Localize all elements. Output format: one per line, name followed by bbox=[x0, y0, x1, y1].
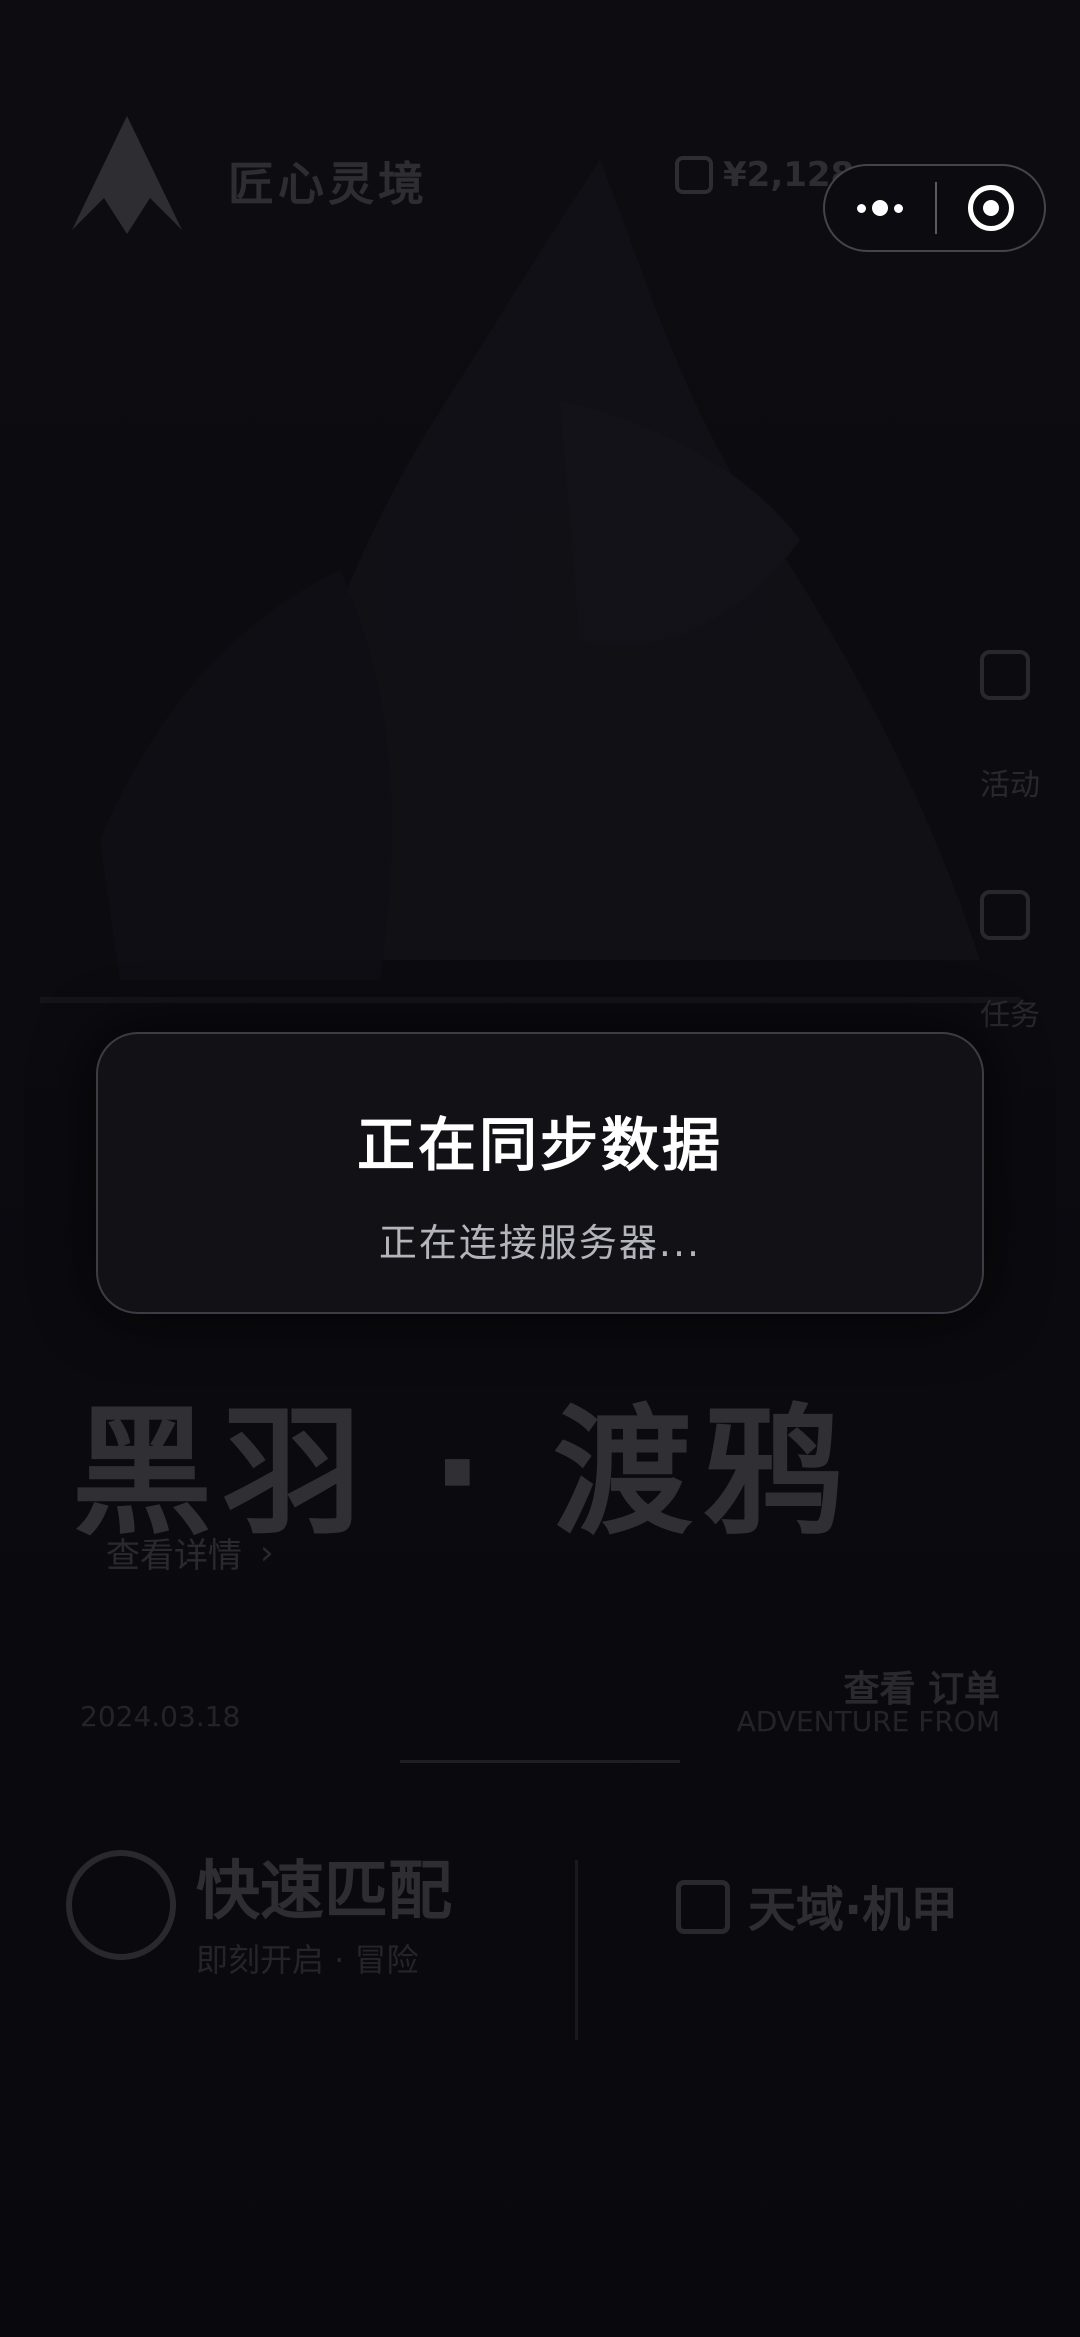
card-subtitle: 即刻开启 · 冒险 bbox=[196, 1941, 419, 1979]
hero-artwork bbox=[40, 160, 1020, 1003]
target-close-icon-dot bbox=[982, 200, 999, 216]
more-dots-icon-right bbox=[894, 203, 903, 213]
match-icon bbox=[66, 1850, 176, 1960]
app-name: 匠心灵境 bbox=[228, 157, 428, 211]
hero-link-label: 查看详情 bbox=[106, 1536, 242, 1576]
mecha-icon bbox=[676, 1880, 730, 1934]
target-close-icon bbox=[967, 185, 1014, 231]
quick-match-card[interactable]: 快速匹配 即刻开启 · 冒险 bbox=[60, 1810, 580, 2080]
meta-date: 2024.03.18 bbox=[80, 1700, 241, 1733]
side-label-task: 任务 bbox=[980, 998, 1040, 1033]
modal-title: 正在同步数据 bbox=[356, 1111, 723, 1179]
card-separator bbox=[575, 1860, 578, 2040]
side-task-icon[interactable] bbox=[980, 890, 1030, 940]
hero-detail-link[interactable]: 查看详情 › bbox=[106, 1528, 274, 1577]
miniprogram-capsule bbox=[823, 164, 1046, 252]
more-dots-icon bbox=[857, 203, 866, 213]
card-title: 快速匹配 bbox=[196, 1855, 452, 1929]
chevron-right-icon: › bbox=[260, 1532, 274, 1573]
side-event-icon[interactable] bbox=[980, 650, 1030, 700]
app-logo bbox=[72, 116, 182, 234]
more-button[interactable] bbox=[825, 166, 935, 250]
side-label-event: 活动 bbox=[980, 768, 1040, 803]
sync-modal: 正在同步数据 正在连接服务器... bbox=[96, 1032, 984, 1314]
screen: 匠心灵境 ¥2,128 活动 任务 黑羽 · 渡鸦 查看详情 › 2024.03… bbox=[0, 0, 1080, 2337]
more-dots-icon-center bbox=[872, 200, 888, 216]
close-button[interactable] bbox=[937, 166, 1044, 250]
mecha-card-title[interactable]: 天域·机甲 bbox=[748, 1870, 958, 1940]
modal-message: 正在连接服务器... bbox=[378, 1221, 702, 1265]
coin-icon bbox=[675, 156, 713, 194]
divider bbox=[400, 1760, 680, 1763]
meta-subtitle: ADVENTURE FROM bbox=[736, 1705, 1000, 1738]
